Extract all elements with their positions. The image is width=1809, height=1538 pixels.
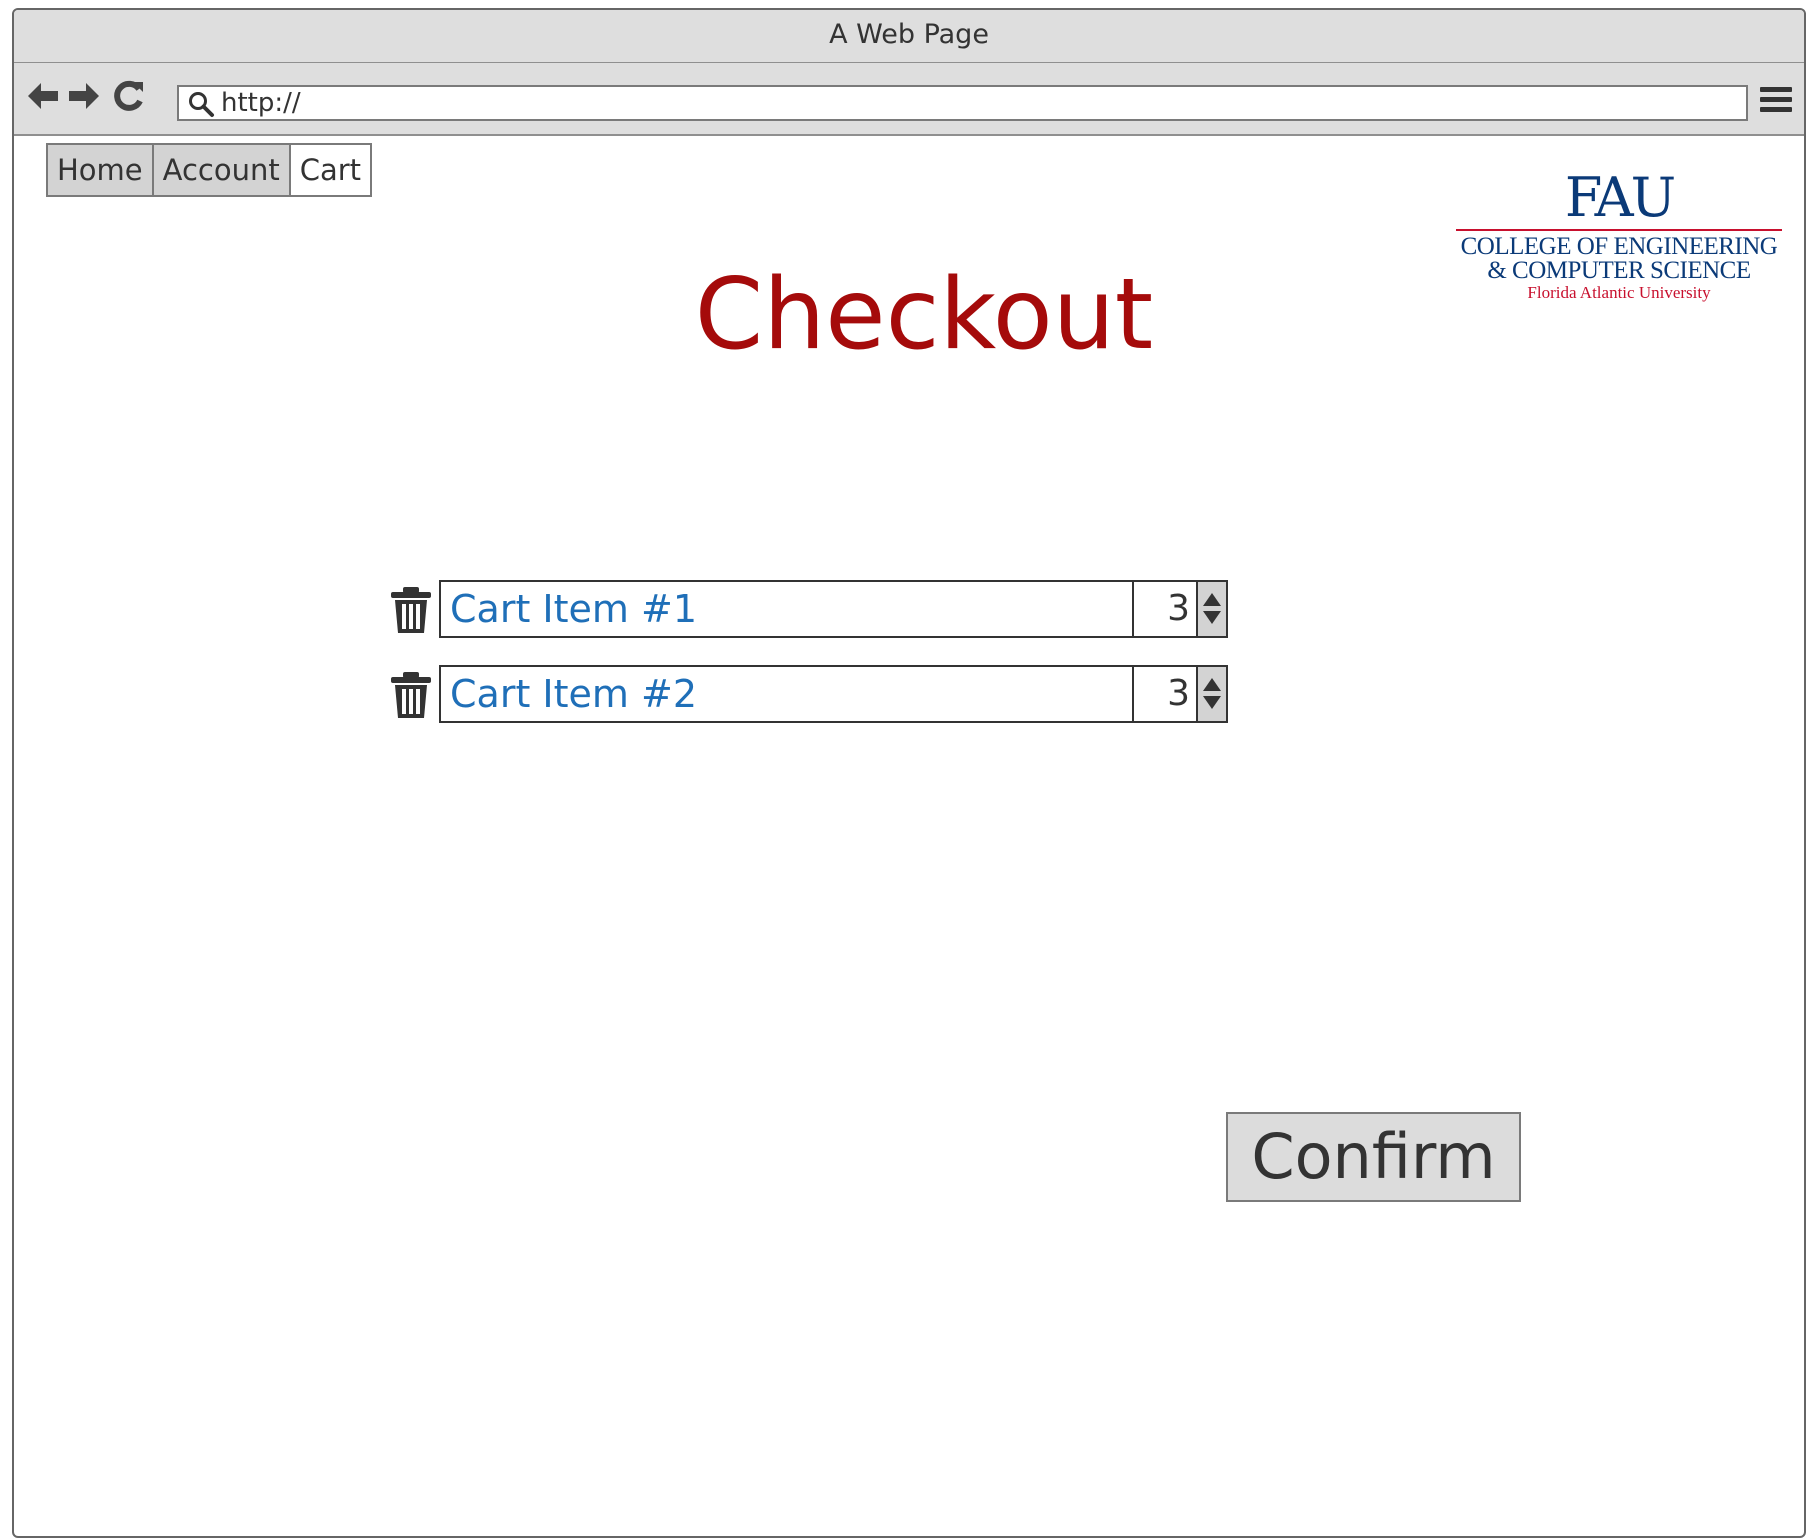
trash-icon bbox=[391, 672, 431, 718]
hamburger-menu-icon bbox=[1760, 87, 1792, 92]
cart-item-name[interactable]: Cart Item #1 bbox=[439, 580, 1134, 638]
quantity-stepper[interactable]: 3 bbox=[1132, 580, 1228, 638]
menu-button[interactable] bbox=[1760, 87, 1792, 119]
quantity-value[interactable]: 3 bbox=[1134, 667, 1190, 721]
browser-window: A Web Page http:// Home Account Cart FAU… bbox=[12, 8, 1806, 1538]
page-title: Checkout bbox=[694, 258, 1154, 372]
trash-icon bbox=[391, 587, 431, 633]
cart-item-name[interactable]: Cart Item #2 bbox=[439, 665, 1134, 723]
logo-mark: FAU bbox=[1564, 166, 1676, 229]
quantity-arrows[interactable] bbox=[1196, 582, 1226, 636]
logo-line-2: & COMPUTER SCIENCE bbox=[1487, 257, 1751, 284]
triangle-up-icon[interactable] bbox=[1203, 593, 1221, 606]
nav-tabs: Home Account Cart bbox=[46, 143, 373, 197]
logo-line-1: COLLEGE OF ENGINEERING bbox=[1460, 233, 1778, 260]
cart-item-row: Cart Item #2 3 bbox=[389, 663, 1229, 723]
forward-button[interactable] bbox=[65, 77, 103, 115]
cart-list: Cart Item #1 3 Cart Item #2 3 bbox=[389, 578, 1229, 748]
window-titlebar: A Web Page bbox=[14, 10, 1804, 63]
remove-item-button[interactable] bbox=[389, 671, 433, 719]
hamburger-menu-icon-bar bbox=[1760, 107, 1792, 112]
arrow-right-icon bbox=[69, 83, 99, 109]
address-input[interactable] bbox=[221, 87, 1721, 119]
cart-item-row: Cart Item #1 3 bbox=[389, 578, 1229, 638]
reload-icon bbox=[114, 80, 143, 111]
triangle-down-icon[interactable] bbox=[1203, 696, 1221, 709]
hamburger-menu-icon-bar bbox=[1760, 97, 1792, 102]
tab-home[interactable]: Home bbox=[46, 143, 154, 197]
search-icon bbox=[189, 92, 214, 117]
reload-button[interactable] bbox=[109, 77, 147, 115]
confirm-button[interactable]: Confirm bbox=[1226, 1112, 1521, 1202]
tab-cart[interactable]: Cart bbox=[288, 143, 373, 197]
browser-toolbar bbox=[14, 63, 1804, 136]
quantity-value[interactable]: 3 bbox=[1134, 582, 1190, 636]
window-title: A Web Page bbox=[829, 19, 989, 50]
quantity-arrows[interactable] bbox=[1196, 667, 1226, 721]
tab-account[interactable]: Account bbox=[151, 143, 291, 197]
arrow-left-icon bbox=[28, 83, 58, 109]
triangle-down-icon[interactable] bbox=[1203, 611, 1221, 624]
fau-logo: FAU COLLEGE OF ENGINEERING & COMPUTER SC… bbox=[1454, 170, 1784, 310]
triangle-up-icon[interactable] bbox=[1203, 678, 1221, 691]
remove-item-button[interactable] bbox=[389, 586, 433, 634]
address-bar[interactable] bbox=[177, 85, 1748, 121]
quantity-stepper[interactable]: 3 bbox=[1132, 665, 1228, 723]
logo-line-3: Florida Atlantic University bbox=[1527, 283, 1711, 302]
logo-divider bbox=[1456, 229, 1782, 231]
back-button[interactable] bbox=[24, 77, 62, 115]
